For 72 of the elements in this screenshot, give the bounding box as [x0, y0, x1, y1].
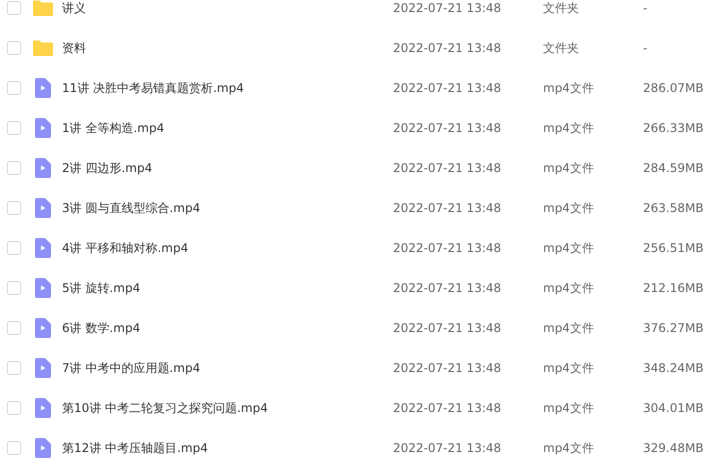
file-type: mp4文件	[543, 400, 595, 416]
file-name[interactable]: 第10讲 中考二轮复习之探究问题.mp4	[62, 400, 393, 416]
modified-date: 2022-07-21 13:48	[393, 401, 502, 415]
file-type: mp4文件	[543, 320, 595, 336]
modified-date: 2022-07-21 13:48	[393, 161, 502, 175]
file-size: 304.01MB	[643, 401, 704, 415]
file-type: mp4文件	[543, 80, 595, 96]
modified-date: 2022-07-21 13:48	[393, 321, 502, 335]
modified-date: 2022-07-21 13:48	[393, 81, 502, 95]
modified-date: 2022-07-21 13:48	[393, 41, 502, 55]
file-type: mp4文件	[543, 440, 595, 456]
file-type: 文件夹	[543, 40, 580, 56]
file-size: 329.48MB	[643, 441, 704, 455]
file-name[interactable]: 11讲 决胜中考易错真题赏析.mp4	[62, 80, 393, 96]
modified-date: 2022-07-21 13:48	[393, 361, 502, 375]
file-size: 348.24MB	[643, 361, 704, 375]
video-file-icon	[35, 118, 51, 138]
folder-icon	[33, 40, 53, 56]
file-size: 286.07MB	[643, 81, 704, 95]
file-name[interactable]: 3讲 圆与直线型综合.mp4	[62, 200, 393, 216]
file-size: 284.59MB	[643, 161, 704, 175]
file-type: mp4文件	[543, 360, 595, 376]
video-file-icon	[35, 78, 51, 98]
file-name[interactable]: 1讲 全等构造.mp4	[62, 120, 393, 136]
video-file-icon	[35, 318, 51, 338]
file-name[interactable]: 6讲 数学.mp4	[62, 320, 393, 336]
checkbox[interactable]	[7, 81, 21, 95]
checkbox[interactable]	[7, 41, 21, 55]
checkbox[interactable]	[7, 401, 21, 415]
file-size: 263.58MB	[643, 201, 704, 215]
folder-icon	[33, 0, 53, 16]
checkbox[interactable]	[7, 281, 21, 295]
file-type: mp4文件	[543, 240, 595, 256]
checkbox[interactable]	[7, 161, 21, 175]
modified-date: 2022-07-21 13:48	[393, 441, 502, 455]
file-type: mp4文件	[543, 160, 595, 176]
video-file-icon	[35, 398, 51, 418]
file-name[interactable]: 第12讲 中考压轴题目.mp4	[62, 440, 393, 456]
checkbox[interactable]	[7, 241, 21, 255]
modified-date: 2022-07-21 13:48	[393, 201, 502, 215]
checkbox[interactable]	[7, 361, 21, 375]
file-size: -	[643, 1, 648, 15]
file-name[interactable]: 7讲 中考中的应用题.mp4	[62, 360, 393, 376]
modified-date: 2022-07-21 13:48	[393, 241, 502, 255]
checkbox[interactable]	[7, 1, 21, 15]
video-file-icon	[35, 278, 51, 298]
checkbox[interactable]	[7, 441, 21, 455]
modified-date: 2022-07-21 13:48	[393, 1, 502, 15]
file-type: mp4文件	[543, 200, 595, 216]
file-name[interactable]: 讲义	[62, 0, 393, 16]
modified-date: 2022-07-21 13:48	[393, 121, 502, 135]
video-file-icon	[35, 358, 51, 378]
checkbox[interactable]	[7, 121, 21, 135]
video-file-icon	[35, 158, 51, 178]
file-type: 文件夹	[543, 0, 580, 16]
checkbox[interactable]	[7, 201, 21, 215]
video-file-icon	[35, 238, 51, 258]
video-file-icon	[35, 438, 51, 458]
file-type: mp4文件	[543, 280, 595, 296]
modified-date: 2022-07-21 13:48	[393, 281, 502, 295]
video-file-icon	[35, 198, 51, 218]
checkbox[interactable]	[7, 321, 21, 335]
file-size: -	[643, 41, 648, 55]
file-name[interactable]: 5讲 旋转.mp4	[62, 280, 393, 296]
file-size: 256.51MB	[643, 241, 704, 255]
file-name[interactable]: 4讲 平移和轴对称.mp4	[62, 240, 393, 256]
file-type: mp4文件	[543, 120, 595, 136]
file-size: 376.27MB	[643, 321, 704, 335]
file-size: 212.16MB	[643, 281, 704, 295]
file-name[interactable]: 资料	[62, 40, 393, 56]
file-name[interactable]: 2讲 四边形.mp4	[62, 160, 393, 176]
file-size: 266.33MB	[643, 121, 704, 135]
